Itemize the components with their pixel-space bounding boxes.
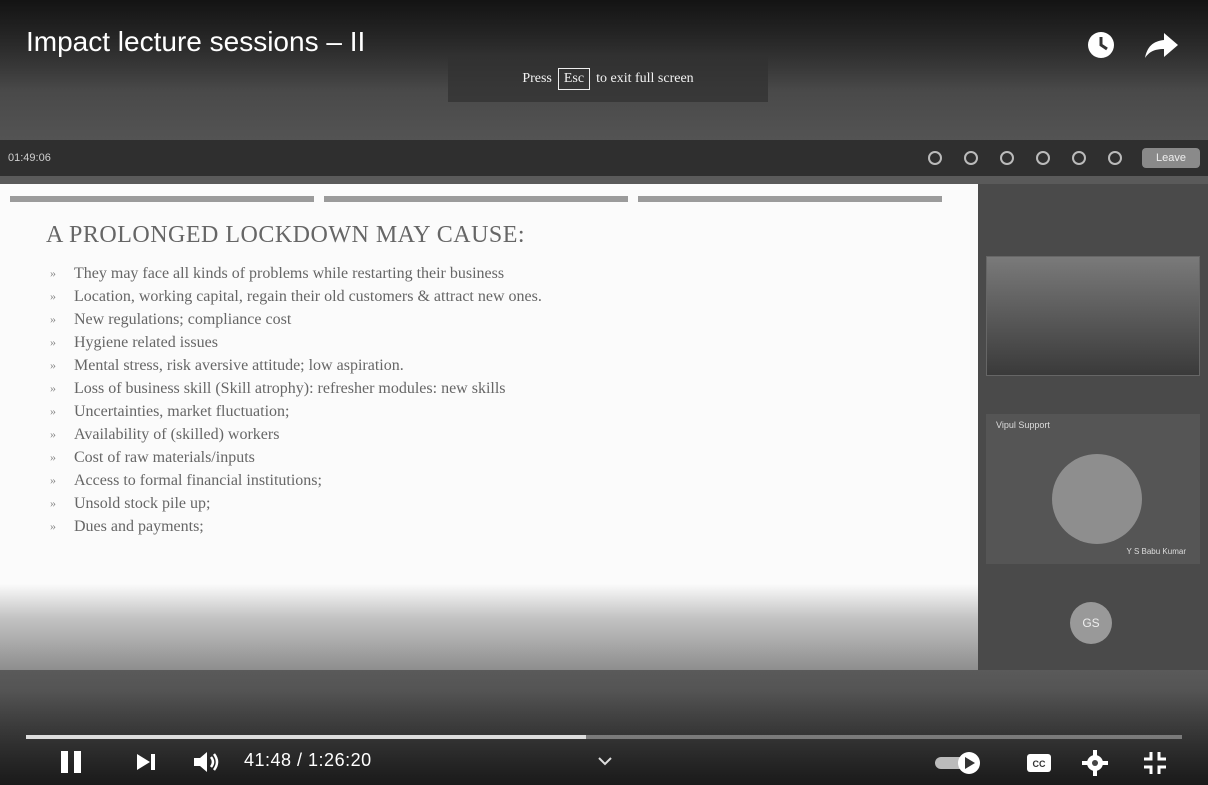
meeting-control-icon — [964, 151, 979, 165]
list-item: » Access to formal financial institutions… — [50, 472, 322, 489]
fullscreen-hint: Press Esc to exit full screen — [448, 56, 768, 102]
esc-key: Esc — [557, 68, 591, 90]
player-controls: 41:48 / 1:26:20 CC — [0, 742, 1208, 782]
autoplay-toggle-icon[interactable] — [932, 750, 986, 776]
meeting-control-icon — [1108, 151, 1123, 165]
progress-bar[interactable] — [26, 735, 1182, 739]
participant-tile: Vipul Support Y S Babu Kumar — [986, 414, 1200, 564]
slide-decor — [10, 196, 942, 202]
meeting-time: 01:49:06 — [8, 152, 51, 164]
time-display: 41:48 / 1:26:20 — [244, 750, 372, 770]
avatar — [1052, 454, 1142, 544]
list-item: » Uncertainties, market fluctuation; — [50, 403, 290, 420]
hint-text: Press — [522, 71, 552, 86]
participant-video-thumbnail — [986, 256, 1200, 376]
list-item: » Hygiene related issues — [50, 334, 218, 351]
svg-text:CC: CC — [1033, 759, 1046, 769]
list-item: » Location, working capital, regain their… — [50, 288, 542, 305]
participant-name: Y S Babu Kumar — [1126, 547, 1186, 556]
gear-icon[interactable] — [1080, 748, 1110, 778]
pause-icon[interactable] — [56, 746, 86, 778]
list-item: » Mental stress, risk aversive attitude; … — [50, 357, 404, 374]
list-item: » Dues and payments; — [50, 518, 204, 535]
slide-bullet-list: » They may face all kinds of problems whi… — [50, 262, 542, 538]
list-item: » Unsold stock pile up; — [50, 495, 211, 512]
share-icon[interactable] — [1142, 28, 1182, 62]
list-item: » They may face all kinds of problems whi… — [50, 265, 505, 282]
participant-tile-label: Vipul Support — [996, 420, 1050, 430]
slide-heading: A PROLONGED LOCKDOWN MAY CAUSE: — [46, 222, 526, 248]
progress-fill — [26, 735, 586, 739]
hint-text: to exit full screen — [596, 71, 694, 86]
meeting-control-icon — [1000, 151, 1015, 165]
meeting-control-icon — [1072, 151, 1087, 165]
video-artifact — [0, 584, 978, 670]
meeting-leave-label: Leave — [1142, 148, 1200, 168]
volume-icon[interactable] — [190, 748, 222, 776]
list-item: » Loss of business skill (Skill atrophy):… — [50, 380, 506, 397]
list-item: » Cost of raw materials/inputs — [50, 449, 255, 466]
chevron-up-icon[interactable] — [594, 750, 616, 772]
next-icon[interactable] — [132, 748, 160, 776]
meeting-control-icon — [1036, 151, 1051, 165]
meeting-control-icon — [928, 151, 943, 165]
list-item: » New regulations; compliance cost — [50, 311, 292, 328]
video-title[interactable]: Impact lecture sessions – II — [26, 26, 365, 58]
captions-icon[interactable]: CC — [1024, 750, 1054, 776]
meeting-toolbar: 01:49:06 Leave — [0, 140, 1208, 176]
avatar: GS — [1070, 602, 1112, 644]
list-item: » Availability of (skilled) workers — [50, 426, 280, 443]
presentation-slide: A PROLONGED LOCKDOWN MAY CAUSE: » They ma… — [0, 184, 978, 670]
exit-fullscreen-icon[interactable] — [1140, 748, 1170, 778]
participant-pane: Vipul Support Y S Babu Kumar GS — [978, 184, 1208, 670]
watch-later-icon[interactable] — [1084, 28, 1118, 62]
